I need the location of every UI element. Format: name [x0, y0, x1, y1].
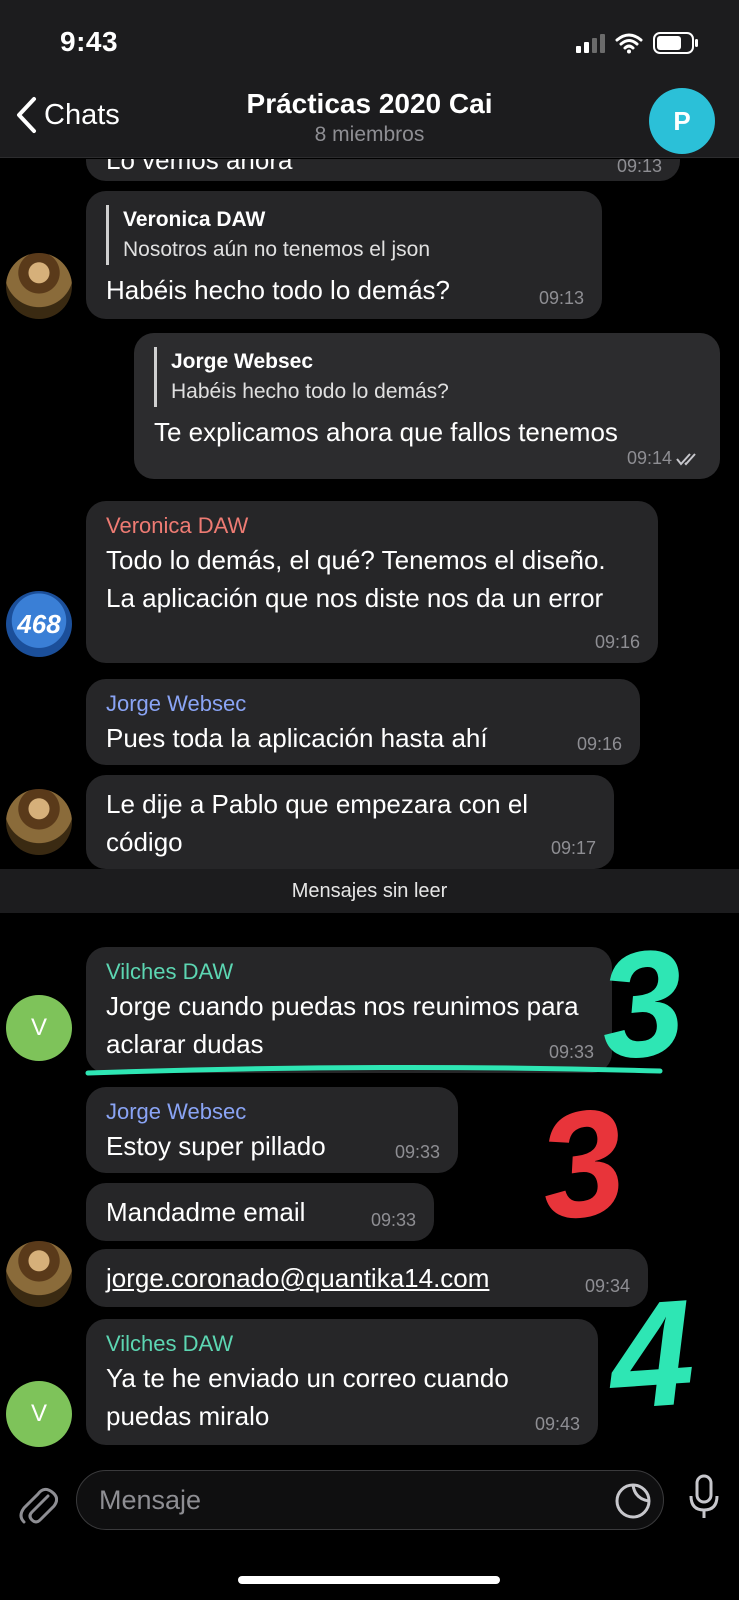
avatar[interactable]: 468 [6, 591, 72, 657]
reply-quote[interactable]: Veronica DAW Nosotros aún no tenemos el … [106, 205, 582, 265]
message-bubble-outgoing[interactable]: Jorge Websec Habéis hecho todo lo demás?… [134, 333, 720, 479]
message-text: Mandadme email [106, 1197, 306, 1227]
avatar[interactable]: V [6, 995, 72, 1061]
message-time: 09:13 [538, 288, 584, 308]
message-text: Le dije a Pablo que empezara con el códi… [106, 789, 529, 857]
reply-text: Nosotros aún no tenemos el json [123, 238, 431, 261]
message-time: 09:43 [534, 1414, 580, 1434]
message-time: 09:33 [394, 1142, 440, 1162]
signal-icon [576, 33, 605, 53]
microphone-icon[interactable] [687, 1474, 721, 1522]
message-bubble[interactable]: Jorge Websec Estoy super pillado 09:33 [86, 1087, 458, 1173]
message-time: 09:16 [594, 632, 640, 652]
group-avatar[interactable]: P [649, 88, 715, 154]
avatar[interactable] [6, 253, 72, 319]
message-bubble[interactable]: Veronica DAW Todo lo demás, el qué? Tene… [86, 501, 658, 663]
handwritten-annotation: 3 [591, 916, 692, 1092]
message-time: 09:17 [550, 838, 596, 858]
message-time-label: 09:14 [626, 448, 672, 468]
message-time: 09:14 [627, 448, 702, 469]
reply-quote[interactable]: Jorge Websec Habéis hecho todo lo demás? [154, 347, 700, 407]
message-time: 09:16 [576, 734, 622, 754]
reply-sender: Jorge Websec [171, 350, 314, 373]
paperclip-icon[interactable] [18, 1484, 58, 1526]
message-bubble[interactable]: Vilches DAW Jorge cuando puedas nos reun… [86, 947, 612, 1073]
message-bubble[interactable]: Vilches DAW Ya te he enviado un correo c… [86, 1319, 598, 1445]
message-text: Estoy super pillado [106, 1131, 326, 1161]
message-text: Te explicamos ahora que fallos tenemos [154, 417, 618, 447]
member-count: 8 miembros [314, 123, 425, 146]
reply-text: Habéis hecho todo lo demás? [171, 380, 449, 403]
battery-icon [653, 32, 698, 54]
message-bubble[interactable]: Lo vemos ahora 09:13 [86, 159, 680, 181]
home-indicator [238, 1576, 500, 1584]
message-bubble[interactable]: Veronica DAW Nosotros aún no tenemos el … [86, 191, 602, 319]
message-bubble[interactable]: jorge.coronado@quantika14.com 09:34 [86, 1249, 648, 1307]
message-time: 09:13 [616, 159, 662, 176]
message-text: Todo lo demás, el qué? Tenemos el diseño… [106, 545, 606, 613]
unread-separator: Mensajes sin leer [0, 869, 739, 913]
wifi-icon [615, 33, 643, 54]
double-check-icon [676, 452, 696, 466]
sender-name[interactable]: Jorge Websec [106, 1097, 438, 1127]
reply-sender: Veronica DAW [123, 208, 266, 231]
status-time: 9:43 [60, 26, 119, 57]
avatar[interactable] [6, 789, 72, 855]
message-bubble[interactable]: Mandadme email 09:33 [86, 1183, 434, 1241]
sender-name[interactable]: Veronica DAW [106, 511, 638, 541]
message-list[interactable]: Lo vemos ahora 09:13 Veronica DAW Nosotr… [0, 159, 739, 1460]
message-text: Ya te he enviado un correo cuando puedas… [106, 1363, 509, 1431]
message-text: Jorge cuando puedas nos reunimos para ac… [106, 991, 579, 1059]
message-bubble[interactable]: Le dije a Pablo que empezara con el códi… [86, 775, 614, 869]
avatar-badge-text: 468 [17, 608, 61, 639]
message-input-wrapper [76, 1470, 664, 1530]
message-bubble[interactable]: Jorge Websec Pues toda la aplicación has… [86, 679, 640, 765]
sender-name[interactable]: Vilches DAW [106, 957, 592, 987]
message-time: 09:33 [370, 1210, 416, 1230]
status-icons [576, 32, 699, 54]
avatar[interactable] [6, 1241, 72, 1307]
message-text: Pues toda la aplicación hasta ahí [106, 723, 488, 753]
sender-name[interactable]: Jorge Websec [106, 689, 620, 719]
handwritten-annotation: 4 [604, 1267, 700, 1441]
chat-header: Chats Prácticas 2020 Cai 8 miembros P [0, 88, 739, 158]
email-link[interactable]: jorge.coronado@quantika14.com [106, 1259, 628, 1297]
message-text: Habéis hecho todo lo demás? [106, 275, 451, 305]
status-bar: 9:43 [0, 0, 739, 88]
chat-title[interactable]: Prácticas 2020 Cai [0, 88, 739, 120]
handwritten-annotation: 3 [528, 1075, 635, 1253]
handwritten-underline [85, 1064, 663, 1076]
sticker-icon[interactable] [613, 1481, 653, 1521]
message-text: Lo vemos ahora [106, 159, 293, 175]
sender-name[interactable]: Vilches DAW [106, 1329, 578, 1359]
avatar[interactable]: V [6, 1381, 72, 1447]
message-input[interactable] [77, 1471, 663, 1529]
